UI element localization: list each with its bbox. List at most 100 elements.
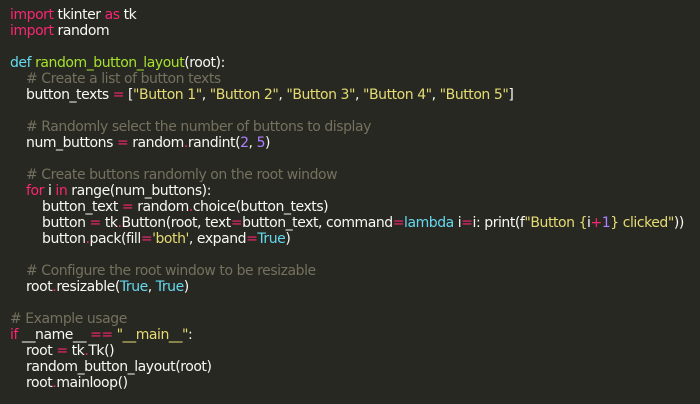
code-token-str: } clicked" <box>610 215 674 231</box>
code-token-ws <box>10 231 42 247</box>
code-token-punc: : print(f <box>475 215 525 231</box>
code-token-punc: ] <box>508 87 514 103</box>
code-token-name: tk <box>104 215 118 231</box>
code-line[interactable]: # Example usage <box>10 311 700 327</box>
code-token-punc: , <box>355 87 364 103</box>
code-token-comment: # Create a list of button texts <box>26 71 221 87</box>
code-token-op: + <box>590 215 603 231</box>
code-token-op: = <box>140 231 153 247</box>
code-token-comment: # Randomly select the number of buttons … <box>26 119 371 135</box>
code-token-op: = <box>56 343 68 359</box>
code-token-name: random <box>57 23 110 39</box>
code-token-comment: # Example usage <box>10 311 127 327</box>
code-editor[interactable]: import tkinter as tk import random def ra… <box>0 0 700 404</box>
code-token-ws <box>10 135 26 151</box>
code-token-ws <box>10 263 26 279</box>
code-line[interactable]: button.pack(fill='both', expand=True) <box>10 231 700 247</box>
code-token-name: root <box>26 375 53 391</box>
code-line[interactable]: def random_button_layout(root): <box>10 55 700 71</box>
code-token-num: 1 <box>601 215 611 231</box>
code-token-punc: , <box>201 87 210 103</box>
code-token-name: button_text <box>242 215 318 231</box>
code-token-punc: (num_buttons): <box>109 183 212 199</box>
code-line[interactable] <box>10 151 700 167</box>
code-token-str: "Button { <box>524 215 588 231</box>
code-token-name: choice <box>192 199 236 215</box>
code-token-kw: if <box>10 327 18 343</box>
code-token-punc: () <box>117 375 128 391</box>
code-token-name: random_button_layout <box>26 359 176 375</box>
code-line[interactable]: root.mainloop() <box>10 375 700 391</box>
code-line[interactable] <box>10 103 700 119</box>
code-token-punc: )) <box>673 215 684 231</box>
code-token-op: = <box>230 215 243 231</box>
code-line[interactable]: button = tk.Button(root, text=button_tex… <box>10 215 700 231</box>
code-token-punc: ) <box>183 279 189 295</box>
code-line[interactable] <box>10 247 700 263</box>
code-token-ws <box>10 183 26 199</box>
code-token-str: "Button 3" <box>286 87 355 103</box>
code-token-ws <box>10 215 42 231</box>
code-token-punc: ) <box>285 231 291 247</box>
code-line[interactable] <box>10 39 700 55</box>
code-token-str: "Button 4" <box>363 87 432 103</box>
code-token-ws <box>10 343 26 359</box>
code-token-num: 5 <box>256 135 266 151</box>
code-token-ws <box>10 167 26 183</box>
code-line[interactable]: # Create buttons randomly on the root wi… <box>10 167 700 183</box>
code-line[interactable]: button_text = random.choice(button_texts… <box>10 199 700 215</box>
code-line[interactable]: # Create a list of button texts <box>10 71 700 87</box>
code-token-name: button <box>42 215 86 231</box>
code-token-str: "Button 2" <box>209 87 279 103</box>
code-token-ws <box>10 71 26 87</box>
code-token-op: = <box>112 87 125 103</box>
code-line[interactable]: root = tk.Tk() <box>10 343 700 359</box>
code-line[interactable]: if __name__ == "__main__": <box>10 327 700 343</box>
code-token-kw: in <box>55 183 68 199</box>
code-token-punc: , expand <box>188 231 247 247</box>
code-token-name: pack <box>89 231 122 247</box>
code-token-punc: : <box>188 327 193 343</box>
code-line[interactable]: num_buttons = random.randint(2, 5) <box>10 135 700 151</box>
code-line[interactable]: # Randomly select the number of buttons … <box>10 119 700 135</box>
code-token-name: num_buttons <box>26 135 113 151</box>
code-token-str: 'both' <box>152 231 189 247</box>
code-line[interactable]: import random <box>10 23 700 39</box>
code-token-name: __name__ <box>21 327 87 343</box>
code-token-op: == <box>90 327 113 343</box>
code-line[interactable]: import tkinter as tk <box>10 7 700 23</box>
code-token-punc: () <box>104 343 115 359</box>
code-token-punc: , command <box>318 215 393 231</box>
code-line[interactable]: for i in range(num_buttons): <box>10 183 700 199</box>
code-token-str: "Button 1" <box>133 87 202 103</box>
code-line[interactable] <box>10 295 700 311</box>
code-token-kw: as <box>104 7 120 23</box>
code-token-name: resizable <box>56 279 115 295</box>
code-token-name: tk <box>123 7 137 23</box>
code-token-str: "Button 5" <box>439 87 509 103</box>
code-line[interactable]: root.resizable(True, True) <box>10 279 700 295</box>
code-token-comment: # Configure the root window to be resiza… <box>26 263 316 279</box>
code-token-const: def <box>10 55 32 71</box>
code-token-name: button_texts <box>26 87 109 103</box>
code-token-builtin: range <box>71 183 110 199</box>
code-token-op: = <box>246 231 258 247</box>
code-token-fn: random_button_layout <box>35 55 185 71</box>
code-token-op: = <box>392 215 405 231</box>
code-line[interactable]: button_texts = ["Button 1", "Button 2", … <box>10 87 700 103</box>
code-token-const: True <box>119 279 148 295</box>
code-token-ws <box>10 359 26 375</box>
code-token-punc: (root, text <box>165 215 232 231</box>
code-token-comment: # Create buttons randomly on the root wi… <box>26 167 338 183</box>
code-token-ws <box>10 87 26 103</box>
code-line[interactable]: random_button_layout(root) <box>10 359 700 375</box>
code-token-name: button_text <box>42 199 118 215</box>
code-token-punc: , <box>147 279 156 295</box>
code-token-punc: , <box>248 135 257 151</box>
code-token-op: = <box>461 215 473 231</box>
code-line[interactable]: # Configure the root window to be resiza… <box>10 263 700 279</box>
code-token-punc: (fill <box>121 231 141 247</box>
code-token-name: Tk <box>88 343 105 359</box>
code-token-name: root <box>26 279 53 295</box>
code-token-const: lambda <box>404 215 454 231</box>
